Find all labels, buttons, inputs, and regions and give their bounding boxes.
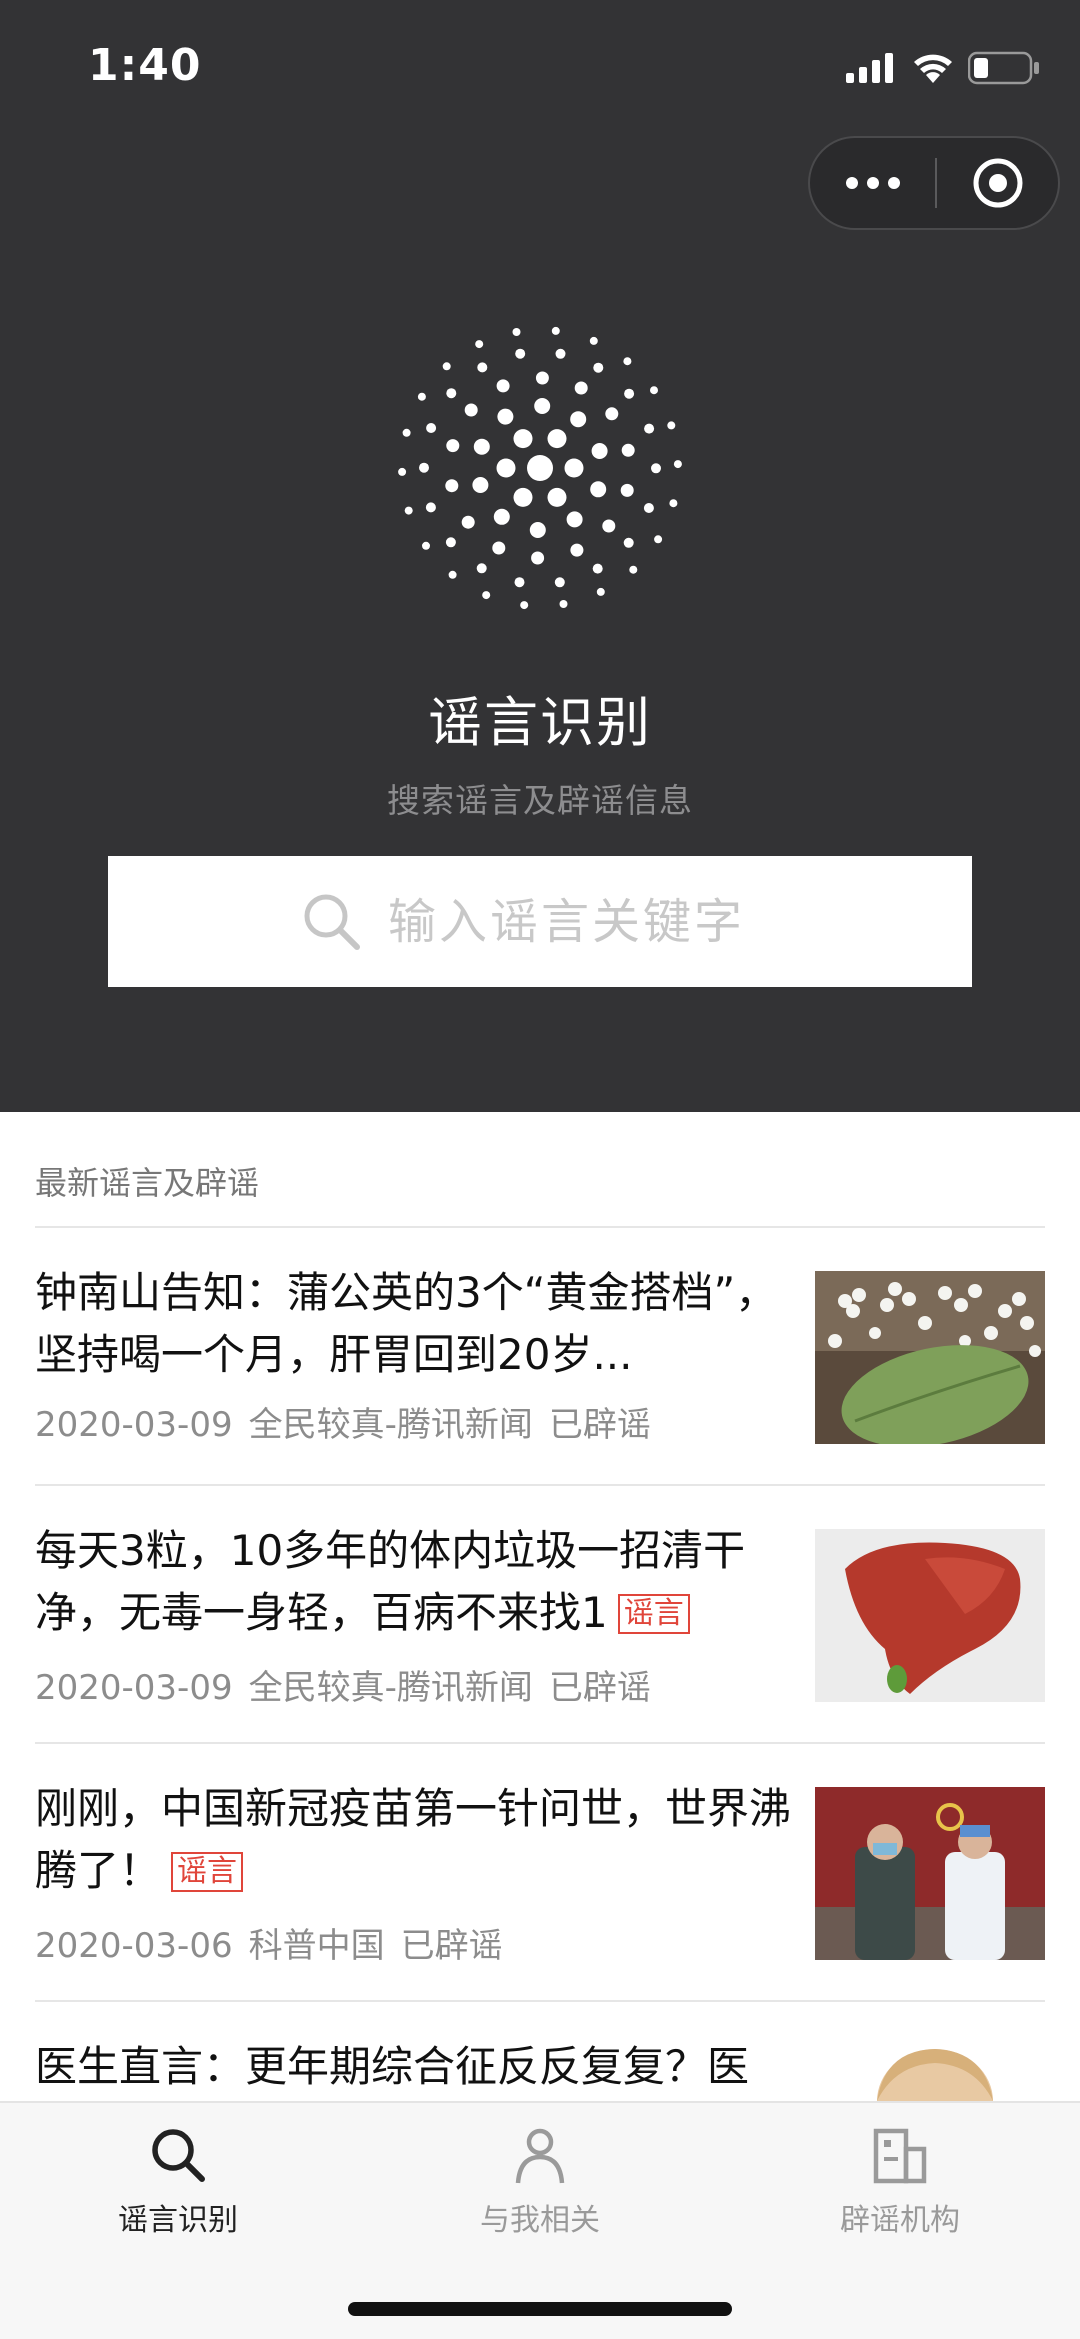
article-thumbnail-woman xyxy=(815,2045,1045,2101)
article-item-1[interactable]: 钟南山告知：蒲公英的3个“黄金搭档”，坚持喝一个月，肝胃回到20岁... 202… xyxy=(35,1262,1045,1462)
more-dots-icon[interactable] xyxy=(810,138,935,228)
divider xyxy=(35,1226,1045,1228)
tab-rumor-identify[interactable]: 谣言识别 xyxy=(48,2125,308,2239)
article-title: 医生直言：更年期综合征反反复复？医 xyxy=(35,2042,750,2091)
tab-label: 与我相关 xyxy=(480,2203,600,2238)
search-bar[interactable] xyxy=(108,856,972,987)
page-subtitle: 搜索谣言及辟谣信息 xyxy=(387,781,693,820)
search-input[interactable] xyxy=(388,893,778,950)
battery-icon xyxy=(968,51,1039,85)
home-indicator xyxy=(348,2302,732,2316)
rumor-badge: 谣言 xyxy=(171,1852,244,1892)
article-meta: 2020-03-09 全民较真-腾讯新闻 已辟谣 xyxy=(35,1397,667,1446)
divider xyxy=(35,1484,1045,1486)
article-item-2[interactable]: 每天3粒，10多年的体内垃圾一招清干净，无毒一身轻，百病不来找1 谣言 2020-… xyxy=(35,1520,1045,1720)
article-date: 2020-03-09 xyxy=(35,1405,233,1445)
search-icon xyxy=(304,894,360,950)
tab-debunk-institutions[interactable]: 辟谣机构 xyxy=(770,2125,1030,2239)
section-label: 最新谣言及辟谣 xyxy=(35,1164,260,1202)
article-status: 已辟谣 xyxy=(400,1926,503,1966)
divider xyxy=(35,1742,1045,1744)
rumor-badge: 谣言 xyxy=(617,1594,690,1634)
building-icon xyxy=(873,2128,927,2184)
target-circle-icon[interactable] xyxy=(937,138,1058,228)
article-status: 已辟谣 xyxy=(548,1668,651,1708)
tab-label: 辟谣机构 xyxy=(840,2203,960,2238)
article-source: 科普中国 xyxy=(248,1926,385,1966)
article-item-3[interactable]: 刚刚，中国新冠疫苗第一针问世，世界沸腾了！ 谣言 2020-03-06 科普中国 已辟… xyxy=(35,1778,1045,1978)
tab-related-to-me[interactable]: 与我相关 xyxy=(410,2125,670,2239)
article-item-4[interactable]: 医生直言：更年期综合征反反复复？医 xyxy=(35,2036,1045,2101)
article-title: 刚刚，中国新冠疫苗第一针问世，世界沸腾了！ 谣言 xyxy=(35,1784,792,1895)
signal-icon xyxy=(846,53,893,83)
article-thumbnail-vaccine xyxy=(815,1787,1045,1960)
article-date: 2020-03-06 xyxy=(35,1926,233,1966)
article-source: 全民较真-腾讯新闻 xyxy=(248,1668,533,1708)
person-icon xyxy=(515,2128,565,2184)
header-section: 1:40 谣言识别 搜索谣言及辟谣信息 输入谣言关键字 xyxy=(0,0,1080,1112)
article-title: 钟南山告知：蒲公英的3个“黄金搭档”，坚持喝一个月，肝胃回到20岁... xyxy=(35,1268,778,1379)
mini-program-capsule xyxy=(808,136,1060,230)
article-meta: 2020-03-06 科普中国 已辟谣 xyxy=(35,1918,519,1967)
tab-label: 谣言识别 xyxy=(118,2203,238,2238)
divider xyxy=(35,2000,1045,2002)
article-thumbnail-liver xyxy=(815,1529,1045,1702)
search-icon xyxy=(152,2129,205,2182)
article-status: 已辟谣 xyxy=(548,1405,651,1445)
article-date: 2020-03-09 xyxy=(35,1668,233,1708)
article-source: 全民较真-腾讯新闻 xyxy=(248,1405,533,1445)
status-time: 1:40 xyxy=(88,40,202,91)
article-meta: 2020-03-09 全民较真-腾讯新闻 已辟谣 xyxy=(35,1660,667,1709)
dot-sphere-logo xyxy=(398,326,682,610)
article-title: 每天3粒，10多年的体内垃圾一招清干净，无毒一身轻，百病不来找1 谣言 xyxy=(35,1526,746,1637)
page-title: 谣言识别 xyxy=(428,691,652,754)
wifi-icon xyxy=(914,54,952,83)
status-icons xyxy=(846,48,1040,88)
article-thumbnail-flowers xyxy=(815,1271,1045,1444)
